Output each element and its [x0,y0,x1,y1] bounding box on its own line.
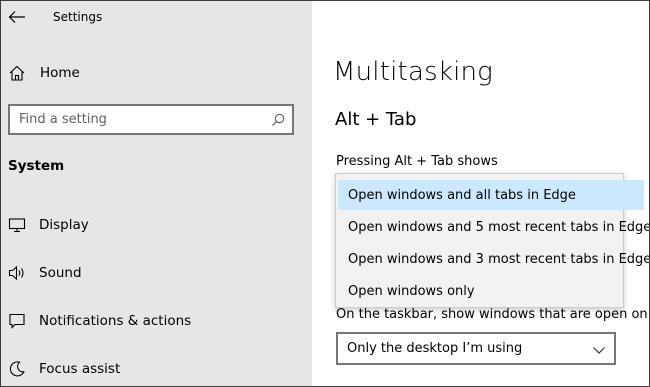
notification-icon [7,311,27,331]
window-title: Settings [53,10,103,24]
dropdown-option-5-tabs[interactable]: Open windows and 5 most recent tabs in E… [338,212,649,242]
sidebar: Settings Home System [1,1,312,386]
sidebar-item-label: Focus assist [39,361,121,377]
section-title-alt-tab: Alt + Tab [335,109,417,130]
moon-icon [7,359,27,379]
dropdown-option-windows-only[interactable]: Open windows only [338,276,644,306]
speaker-icon [7,263,27,283]
alt-tab-label: Pressing Alt + Tab shows [336,154,498,169]
search-input[interactable] [10,106,269,133]
sidebar-item-label: Display [39,217,89,233]
sidebar-item-label: Sound [39,265,82,281]
settings-window: Settings Home System [0,0,650,387]
sidebar-item-label: Notifications & actions [39,313,192,329]
chevron-down-icon [592,341,606,354]
alt-tab-dropdown-list: Open windows and all tabs in Edge Open w… [335,173,649,308]
taskbar-label: On the taskbar, show windows that are op… [336,307,648,322]
monitor-icon [7,215,27,235]
home-icon [7,63,27,83]
dropdown-option-all-tabs[interactable]: Open windows and all tabs in Edge [338,180,644,210]
back-arrow-icon [8,11,25,23]
taskbar-select-value: Only the desktop I’m using [347,341,523,356]
sidebar-item-focus-assist[interactable]: Focus assist [7,357,120,381]
section-label-system: System [8,158,65,174]
page-title: Multitasking [333,57,493,87]
search-icon[interactable] [270,112,286,128]
sidebar-item-sound[interactable]: Sound [7,261,82,285]
sidebar-item-display[interactable]: Display [7,213,89,237]
back-button[interactable] [6,7,28,27]
home-link[interactable]: Home [7,61,80,85]
main-content: Multitasking Alt + Tab Pressing Alt + Ta… [312,1,649,386]
search-box[interactable] [8,104,294,135]
taskbar-select[interactable]: Only the desktop I’m using [336,332,616,365]
dropdown-option-3-tabs[interactable]: Open windows and 3 most recent tabs in E… [338,244,649,274]
sidebar-item-notifications[interactable]: Notifications & actions [7,309,191,333]
home-label: Home [40,65,80,81]
